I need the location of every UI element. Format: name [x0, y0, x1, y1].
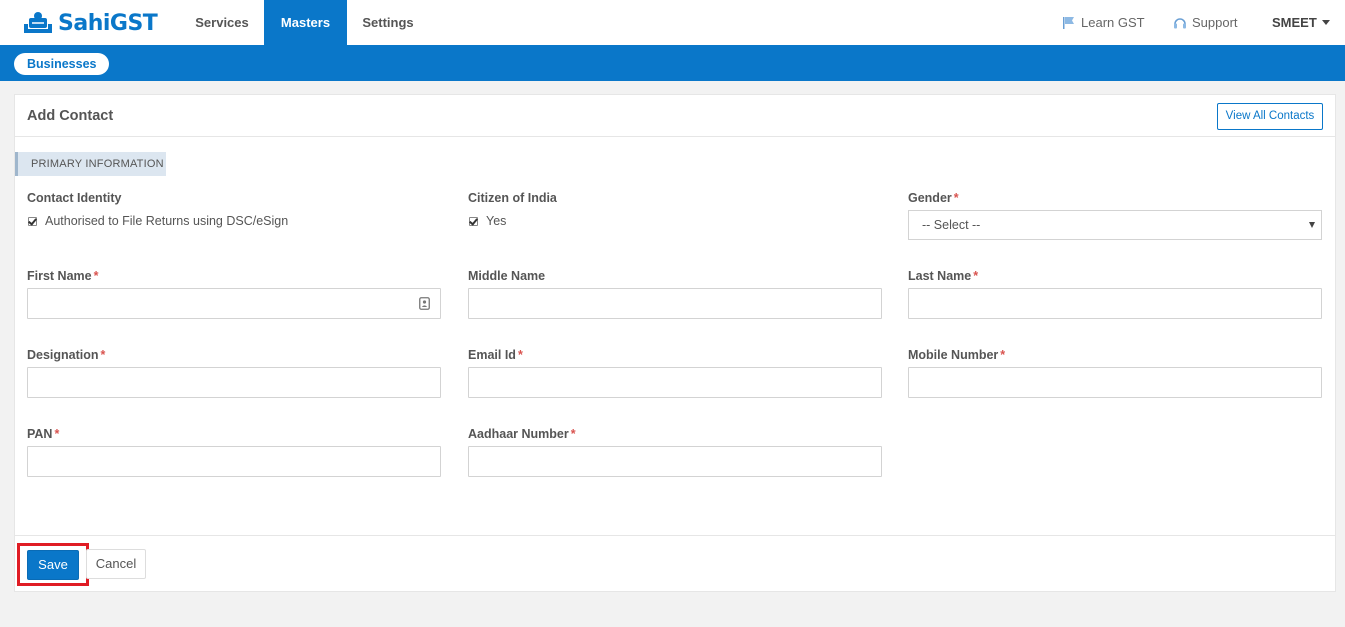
email-label: Email Id *	[468, 348, 523, 362]
pan-input[interactable]	[27, 446, 441, 477]
headset-icon	[1174, 17, 1186, 28]
citizen-checkbox[interactable]: Yes	[469, 214, 506, 228]
add-contact-card: Add Contact View All Contacts PRIMARY IN…	[14, 94, 1336, 592]
gender-select-value: -- Select --	[922, 218, 981, 232]
card-header: Add Contact View All Contacts	[15, 95, 1335, 137]
middle-name-input[interactable]	[468, 288, 882, 319]
user-name: SMEET	[1272, 14, 1317, 30]
designation-input[interactable]	[27, 367, 441, 398]
required-mark: *	[517, 348, 523, 362]
contact-identity-label: Contact Identity	[27, 191, 121, 205]
contact-identity-label-text: Contact Identity	[27, 191, 122, 205]
aadhaar-input[interactable]	[468, 446, 882, 477]
mobile-label-text: Mobile Number	[908, 348, 999, 362]
required-mark: *	[953, 191, 959, 205]
last-name-label-text: Last Name	[908, 269, 972, 283]
app-name: SahiGST	[58, 10, 158, 36]
gender-label-text: Gender	[908, 191, 952, 205]
email-label-text: Email Id	[468, 348, 516, 362]
designation-label-text: Designation	[27, 348, 99, 362]
pan-label-text: PAN	[27, 427, 53, 441]
chevron-down-icon	[1321, 20, 1330, 25]
top-navbar: SahiGST Services Masters Settings Learn …	[0, 0, 1345, 45]
last-name-label: Last Name *	[908, 269, 978, 283]
required-mark: *	[1000, 348, 1006, 362]
middle-name-label: Middle Name	[468, 269, 545, 283]
app-logo[interactable]: SahiGST	[22, 8, 158, 38]
authorised-checkbox-label: Authorised to File Returns using DSC/eSi…	[45, 214, 289, 228]
first-name-input[interactable]	[27, 288, 441, 319]
mobile-label: Mobile Number *	[908, 348, 1005, 362]
footer-divider	[15, 535, 1335, 536]
citizen-checkbox-label: Yes	[486, 214, 507, 228]
contact-card-icon[interactable]	[419, 297, 430, 310]
support-label: Support	[1192, 14, 1238, 30]
logo-icon	[24, 12, 52, 33]
learn-gst-label: Learn GST	[1081, 14, 1145, 30]
sub-navbar: Businesses	[0, 45, 1345, 81]
required-mark: *	[54, 427, 60, 441]
flag-icon	[1063, 16, 1074, 29]
first-name-label-text: First Name	[27, 269, 92, 283]
citizen-label-text: Citizen of India	[468, 191, 557, 205]
view-all-contacts-button[interactable]: View All Contacts	[1217, 103, 1323, 130]
last-name-input[interactable]	[908, 288, 1322, 319]
learn-gst-link[interactable]: Learn GST	[1062, 0, 1145, 45]
user-menu[interactable]: SMEET	[1272, 0, 1330, 45]
middle-name-label-text: Middle Name	[468, 269, 546, 283]
nav-services[interactable]: Services	[182, 0, 262, 45]
designation-label: Designation *	[27, 348, 105, 362]
dropdown-arrow-icon	[1309, 222, 1315, 228]
checkbox-checked-icon	[469, 216, 478, 226]
aadhaar-label: Aadhaar Number *	[468, 427, 576, 441]
authorised-checkbox[interactable]: Authorised to File Returns using DSC/eSi…	[28, 214, 288, 228]
section-heading: PRIMARY INFORMATION	[15, 152, 166, 176]
checkbox-checked-icon	[28, 216, 37, 226]
first-name-label: First Name *	[27, 269, 98, 283]
pan-label: PAN *	[27, 427, 59, 441]
page-title: Add Contact	[27, 108, 114, 124]
businesses-pill[interactable]: Businesses	[14, 53, 110, 75]
aadhaar-label-text: Aadhaar Number	[468, 427, 569, 441]
nav-masters[interactable]: Masters	[264, 0, 347, 45]
support-link[interactable]: Support	[1173, 0, 1238, 45]
citizen-label: Citizen of India	[468, 191, 557, 205]
email-input[interactable]	[468, 367, 882, 398]
save-button[interactable]: Save	[27, 550, 79, 580]
required-mark: *	[100, 348, 106, 362]
gender-select[interactable]: -- Select --	[908, 210, 1322, 240]
gender-label: Gender *	[908, 191, 959, 205]
nav-settings[interactable]: Settings	[348, 0, 428, 45]
cancel-button[interactable]: Cancel	[86, 549, 146, 579]
mobile-input[interactable]	[908, 367, 1322, 398]
required-mark: *	[93, 269, 99, 283]
required-mark: *	[973, 269, 979, 283]
required-mark: *	[570, 427, 576, 441]
